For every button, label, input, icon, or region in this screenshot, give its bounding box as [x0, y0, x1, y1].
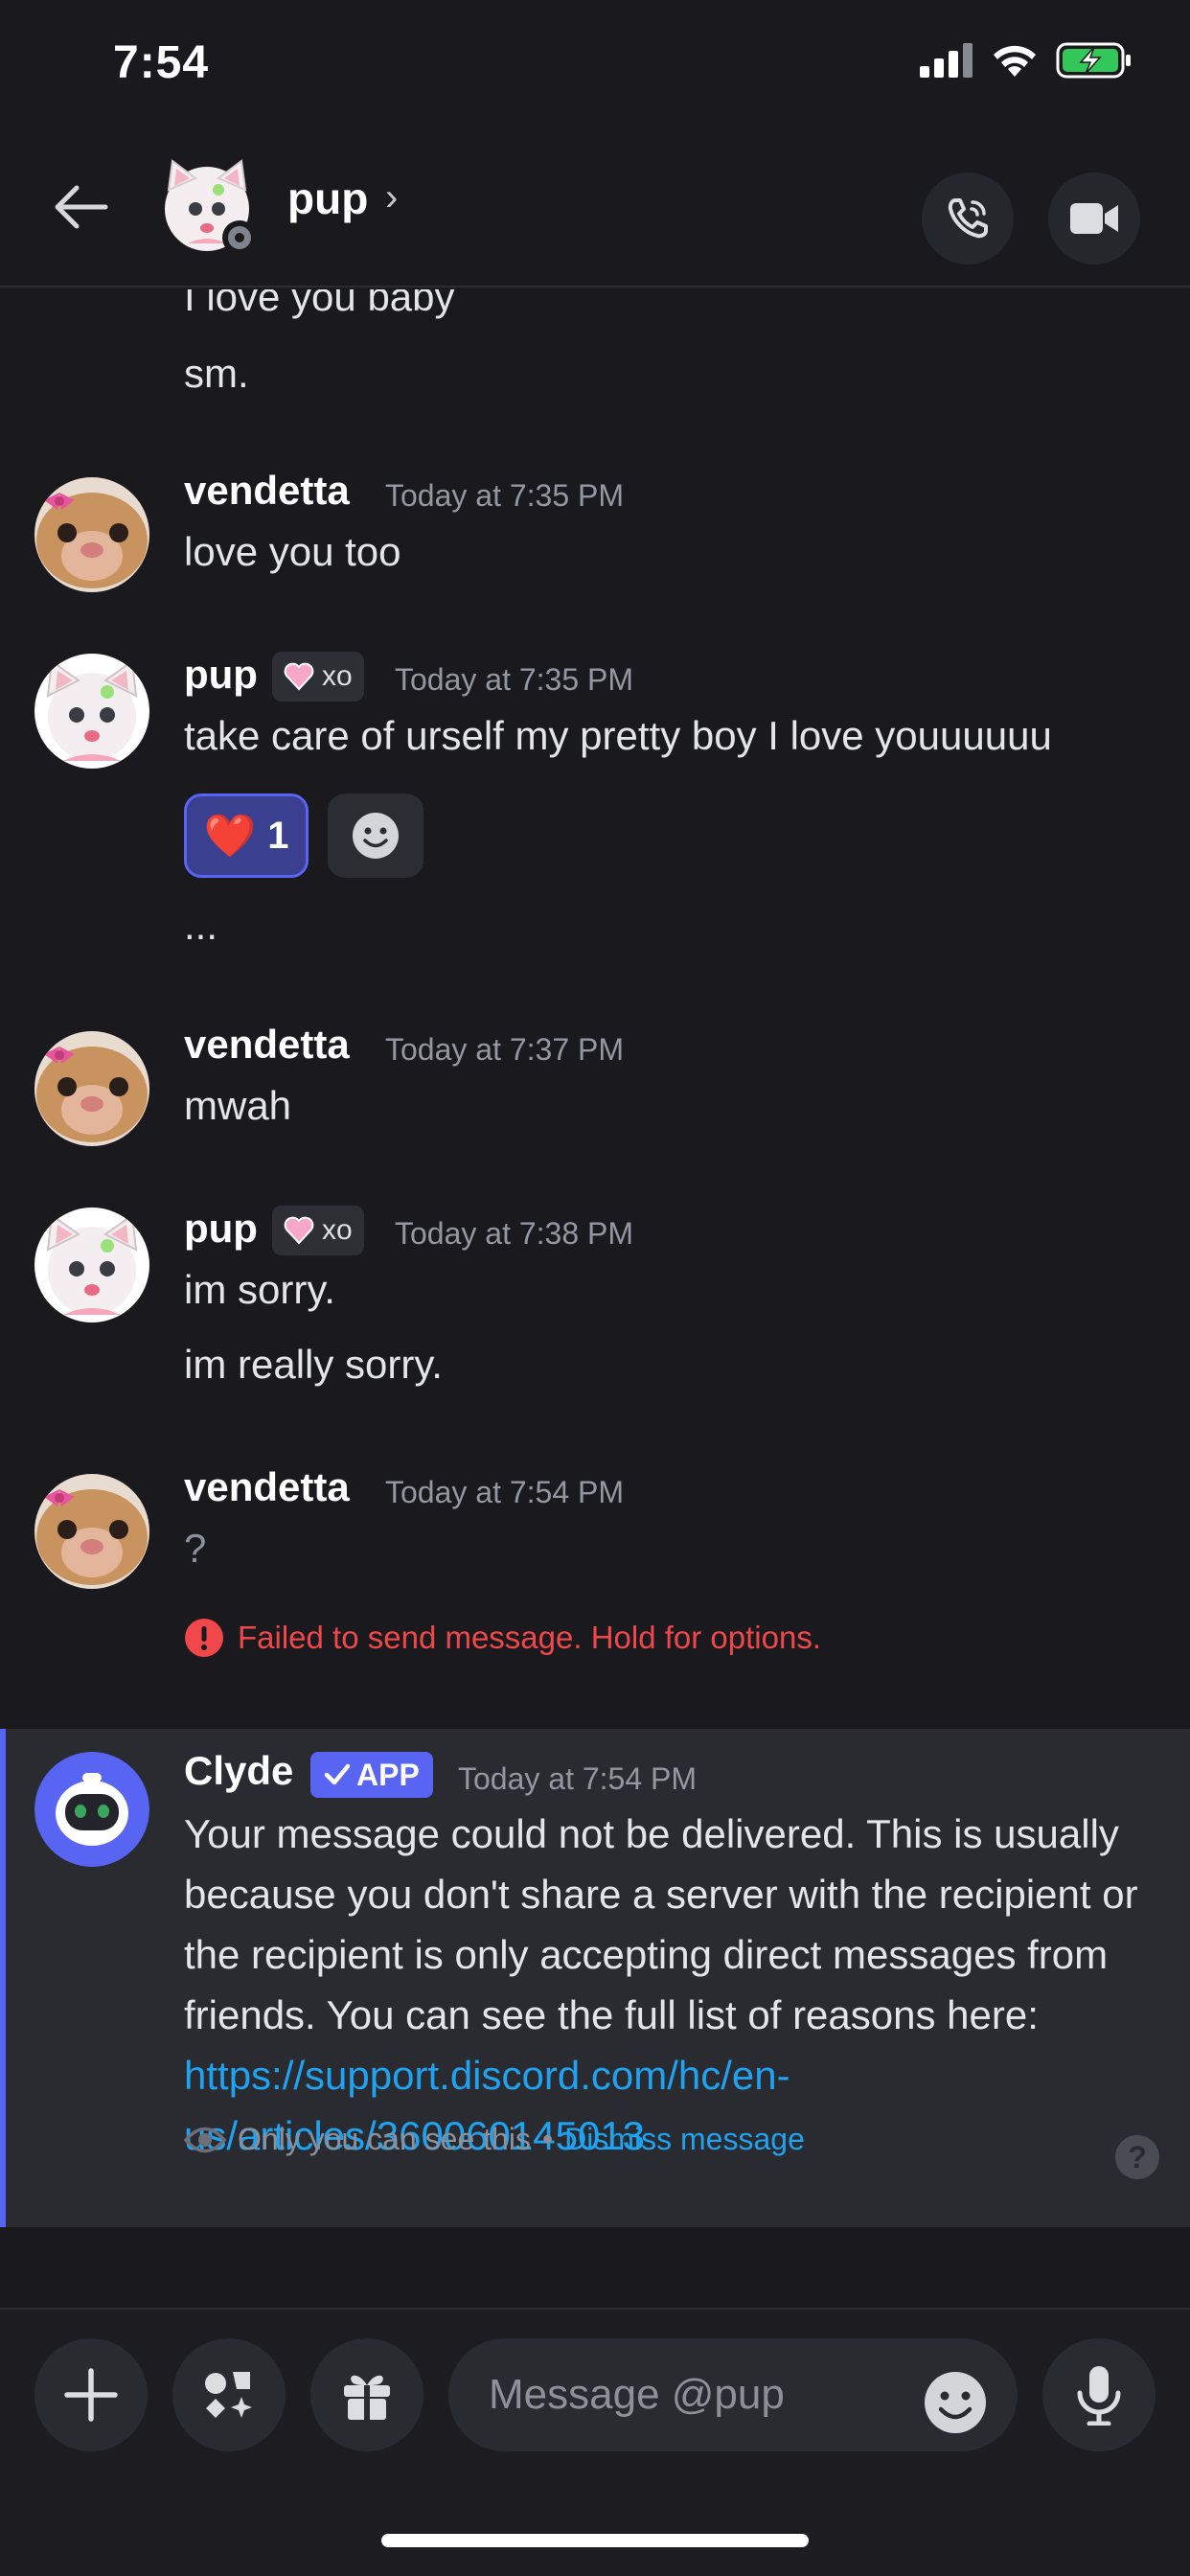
message-text: ... [184, 903, 218, 948]
emoji-icon [353, 813, 399, 859]
message-text: sm. [184, 351, 249, 396]
message-timestamp: Today at 7:35 PM [395, 662, 634, 697]
microphone-icon [1077, 2366, 1121, 2426]
author-name[interactable]: vendetta [184, 1464, 350, 1510]
author-name[interactable]: vendetta [184, 468, 350, 514]
avatar[interactable] [34, 1031, 149, 1146]
clyde-bot-icon [34, 1752, 149, 1867]
message-timestamp: Today at 7:38 PM [395, 1216, 634, 1251]
cat-avatar-image [34, 477, 149, 592]
apps-icon [205, 2372, 252, 2418]
avatar[interactable] [34, 1752, 149, 1867]
checkmark-icon [324, 1763, 351, 1785]
cat-avatar-image [34, 1031, 149, 1146]
ephemeral-notice: Only you can see this • Dismiss message [184, 2122, 805, 2157]
avatar[interactable] [34, 1208, 149, 1322]
user-tag-text: xo [322, 660, 353, 692]
voice-message-button[interactable] [1042, 2338, 1156, 2451]
message-text: mwah [184, 1083, 292, 1128]
message-text: im really sorry. [184, 1342, 443, 1387]
gift-button[interactable] [310, 2338, 423, 2451]
emoji-icon [925, 2372, 986, 2433]
reaction-heart[interactable]: ❤️ 1 [184, 794, 309, 878]
author-name[interactable]: pup [184, 1206, 258, 1252]
video-camera-icon [1070, 203, 1118, 234]
user-tag-text: xo [322, 1214, 353, 1246]
ephemeral-text: Only you can see this [238, 2122, 531, 2156]
message-timestamp: Today at 7:35 PM [385, 478, 625, 513]
app-badge: APP [310, 1752, 433, 1798]
phone-call-icon [948, 198, 988, 239]
add-attachment-button[interactable] [34, 2338, 148, 2451]
message-text: take care of urself my pretty boy I love… [184, 713, 1052, 758]
message-timestamp: Today at 7:54 PM [385, 1475, 625, 1509]
clyde-message-text: Your message could not be delivered. Thi… [184, 1811, 1138, 2037]
pink-heart-icon [284, 1216, 314, 1245]
reaction-count: 1 [267, 814, 289, 857]
status-bar: 7:54 [0, 0, 1190, 134]
avatar[interactable] [34, 1474, 149, 1589]
message-text: im sorry. [184, 1267, 335, 1312]
user-tag[interactable]: xo [272, 1206, 364, 1255]
status-time: 7:54 [113, 37, 210, 88]
eye-icon [184, 2127, 226, 2152]
send-error[interactable]: Failed to send message. Hold for options… [184, 1618, 821, 1658]
clyde-system-message: Clyde APP Today at 7:54 PM Your message … [0, 1729, 1190, 2227]
back-arrow-icon [55, 185, 108, 229]
separator: • [541, 2122, 554, 2156]
avatar[interactable] [34, 654, 149, 769]
message-timestamp: Today at 7:54 PM [458, 1761, 698, 1796]
author-name[interactable]: pup [184, 652, 258, 698]
author-name[interactable]: vendetta [184, 1022, 350, 1068]
battery-charging-icon [1056, 42, 1131, 79]
cat-avatar-image [34, 1474, 149, 1589]
status-idle-icon [222, 220, 257, 255]
status-icons [920, 42, 1133, 79]
home-indicator[interactable] [381, 2534, 809, 2547]
reaction-emoji: ❤️ [203, 813, 257, 860]
header-username[interactable]: pup [287, 172, 368, 224]
author-name[interactable]: Clyde [184, 1748, 293, 1794]
clyde-message-body: Your message could not be delivered. Thi… [184, 1804, 1152, 2166]
gift-icon [344, 2375, 390, 2420]
help-icon[interactable]: ? [1115, 2135, 1159, 2179]
cellular-signal-icon [920, 43, 973, 78]
anime-cat-avatar-image [34, 1208, 149, 1322]
emoji-picker-button[interactable] [922, 2369, 989, 2436]
dismiss-message-link[interactable]: Dismiss message [564, 2122, 805, 2157]
message-timestamp: Today at 7:37 PM [385, 1032, 625, 1067]
add-reaction-button[interactable] [328, 794, 423, 878]
message-list[interactable]: I love you baby sm. vendetta Today at 7:… [0, 289, 1190, 2307]
error-alert-icon [185, 1619, 223, 1657]
message-text: love you too [184, 529, 401, 574]
voice-call-button[interactable] [922, 172, 1014, 264]
error-text: Failed to send message. Hold for options… [238, 1620, 822, 1655]
video-call-button[interactable] [1048, 172, 1140, 264]
header-avatar[interactable] [159, 157, 257, 255]
anime-cat-avatar-image [34, 654, 149, 769]
avatar[interactable] [34, 477, 149, 592]
app-badge-label: APP [356, 1757, 420, 1792]
message-text: I love you baby [184, 289, 455, 319]
apps-button[interactable] [172, 2338, 286, 2451]
back-button[interactable] [46, 172, 115, 242]
user-tag[interactable]: xo [272, 652, 364, 702]
pink-heart-icon [284, 662, 314, 691]
chat-header: pup › [0, 134, 1190, 288]
wifi-icon [994, 45, 1036, 77]
failed-message-text[interactable]: ? [184, 1526, 206, 1572]
plus-icon [64, 2368, 118, 2422]
chevron-right-icon[interactable]: › [385, 176, 398, 219]
